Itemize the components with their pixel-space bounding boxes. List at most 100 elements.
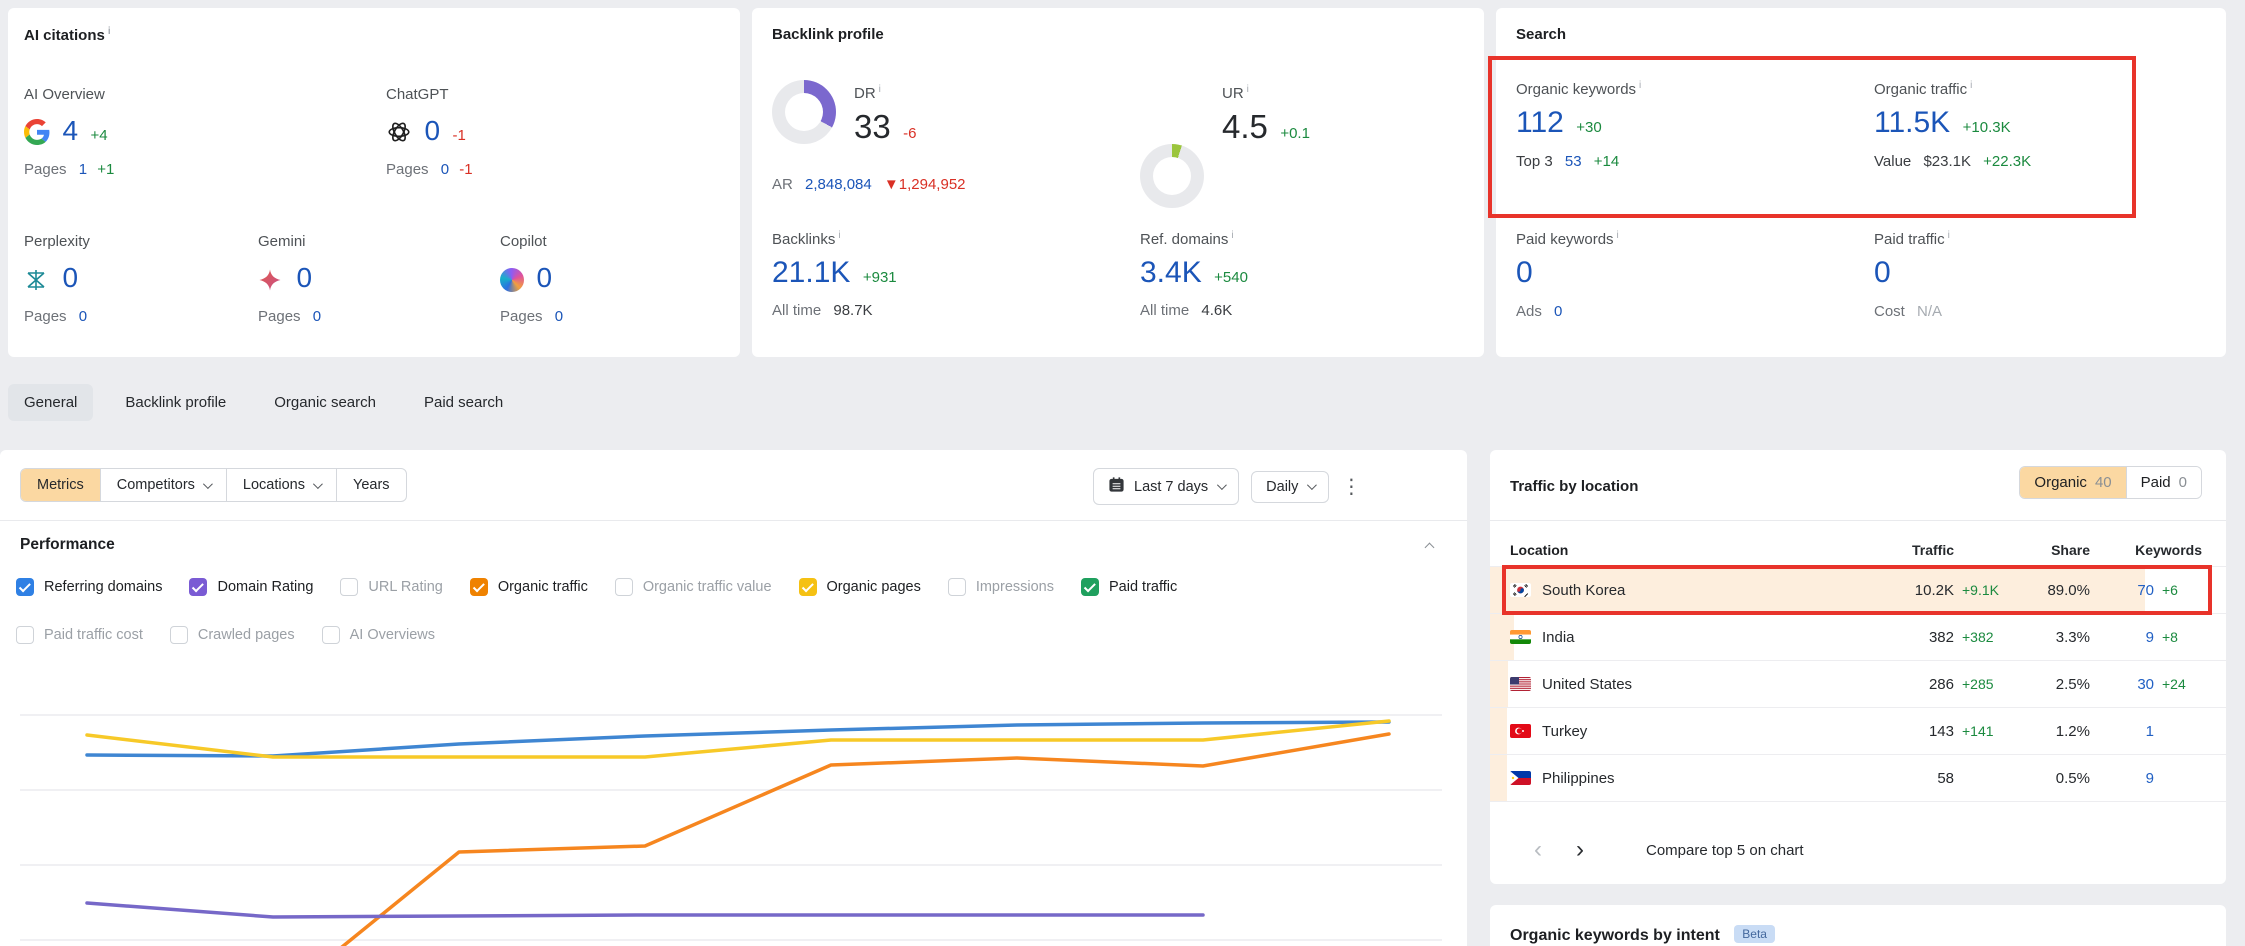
prev-page-chevron-icon[interactable]: ‹ <box>1534 838 1542 862</box>
metrics-button[interactable]: Metrics <box>21 469 100 501</box>
checkbox <box>1081 578 1099 596</box>
metric-toggle-paid-traffic[interactable]: Paid traffic <box>1081 578 1177 596</box>
keywords-link[interactable]: 70 <box>2090 582 2154 599</box>
metric-toggle-impressions[interactable]: Impressions <box>948 578 1054 596</box>
google-icon <box>24 119 50 145</box>
ur-delta: +0.1 <box>1280 125 1310 142</box>
more-options-kebab-icon[interactable]: ⋮ <box>1341 474 1361 499</box>
granularity-button[interactable]: Daily <box>1251 471 1329 503</box>
intent-panel-title: Organic keywords by intent <box>1510 927 1720 944</box>
delta: -1 <box>452 127 465 144</box>
location-row-india[interactable]: India 382 +382 3.3% 9 +8 <box>1490 613 2226 660</box>
info-icon[interactable]: i <box>1970 80 1972 91</box>
flag-philippines-icon <box>1510 771 1531 785</box>
search-card: Search Organic keywordsi 112 +30 Top 3 5… <box>1496 8 2226 357</box>
checkbox <box>170 626 188 644</box>
years-button[interactable]: Years <box>336 469 406 501</box>
collapse-chevron-icon[interactable] <box>1425 543 1435 553</box>
metric-toggle-crawled-pages[interactable]: Crawled pages <box>170 626 295 644</box>
tab-general[interactable]: General <box>8 384 93 421</box>
performance-card: Metrics Competitors Locations Years Last… <box>0 450 1467 946</box>
checkbox <box>340 578 358 596</box>
metric-toggle-paid-traffic-cost[interactable]: Paid traffic cost <box>16 626 143 644</box>
keywords-link[interactable]: 30 <box>2090 676 2154 693</box>
locations-button[interactable]: Locations <box>226 469 336 501</box>
dr-value: 33 <box>854 108 891 145</box>
date-range-button[interactable]: Last 7 days <box>1093 468 1239 505</box>
checkbox <box>615 578 633 596</box>
delta: +4 <box>90 127 107 144</box>
location-table-header: Location Traffic Share Keywords <box>1490 534 2226 566</box>
toolbar-divider <box>0 520 1467 521</box>
metric-toggles-row1: Referring domains Domain Rating URL Rati… <box>16 578 1177 596</box>
metric-toggle-organic-traffic-value[interactable]: Organic traffic value <box>615 578 772 596</box>
keywords-link[interactable]: 9 <box>2090 770 2154 787</box>
info-icon[interactable]: i <box>879 84 881 95</box>
tab-organic-search[interactable]: Organic search <box>258 384 392 421</box>
keywords-link[interactable]: 9 <box>2090 629 2154 646</box>
info-icon[interactable]: i <box>838 230 840 241</box>
ur-value: 4.5 <box>1222 108 1268 145</box>
info-icon[interactable]: i <box>1948 230 1950 241</box>
location-row-turkey[interactable]: Turkey 143 +141 1.2% 1 <box>1490 707 2226 754</box>
flag-india-icon <box>1510 630 1531 644</box>
dr-delta: -6 <box>903 125 916 142</box>
metric-toggle-referring-domains[interactable]: Referring domains <box>16 578 162 596</box>
tab-paid-search[interactable]: Paid search <box>408 384 519 421</box>
checkbox <box>16 578 34 596</box>
traffic-by-location-card: Traffic by location Organic40 Paid0 Loca… <box>1490 450 2226 884</box>
ur-donut-chart <box>1140 144 1204 208</box>
copilot-icon <box>500 268 524 292</box>
metric-toggles-row2: Paid traffic cost Crawled pages AI Overv… <box>16 626 435 644</box>
next-page-chevron-icon[interactable]: › <box>1576 838 1584 862</box>
info-icon[interactable]: i <box>108 26 111 37</box>
ai-engine-copilot: Copilot 0 Pages 0 <box>500 233 563 325</box>
report-tabbar: General Backlink profile Organic search … <box>8 384 519 421</box>
panel-divider <box>1490 520 2226 521</box>
paid-traffic-block: Paid traffici 0 Cost N/A <box>1874 230 1950 320</box>
keywords-link[interactable]: 1 <box>2090 723 2154 740</box>
beta-badge: Beta <box>1734 925 1775 943</box>
chevron-down-icon <box>313 479 323 489</box>
checkbox <box>948 578 966 596</box>
metric-toggle-url-rating[interactable]: URL Rating <box>340 578 442 596</box>
organic-keywords-by-intent-card: Organic keywords by intent Beta <box>1490 905 2226 946</box>
view-options-group: Metrics Competitors Locations Years <box>20 468 407 502</box>
info-icon[interactable]: i <box>1247 84 1249 95</box>
checkbox <box>189 578 207 596</box>
info-icon[interactable]: i <box>1617 230 1619 241</box>
ai-citations-card: AI citationsi AI Overview 4 +4 Pages 1 +… <box>8 8 740 357</box>
metric-toggle-ai-overviews[interactable]: AI Overviews <box>322 626 435 644</box>
tab-backlink-profile[interactable]: Backlink profile <box>109 384 242 421</box>
calendar-icon <box>1108 476 1125 497</box>
traffic-type-toggle: Organic40 Paid0 <box>2019 466 2202 499</box>
chevron-down-icon <box>1217 480 1227 490</box>
organic-toggle-button[interactable]: Organic40 <box>2020 467 2125 498</box>
gemini-icon <box>258 268 284 294</box>
seo-dashboard: { "ai_citations": { "title": "AI citatio… <box>0 0 2245 946</box>
location-pagination: ‹ › Compare top 5 on chart <box>1510 838 1804 862</box>
chatgpt-icon <box>386 119 412 145</box>
paid-keywords-block: Paid keywordsi 0 Ads 0 <box>1516 230 1619 320</box>
backlink-profile-card: Backlink profile DRi 33 -6 AR 2,848,084 … <box>752 8 1484 357</box>
compare-top5-link[interactable]: Compare top 5 on chart <box>1646 842 1804 859</box>
metric-toggle-domain-rating[interactable]: Domain Rating <box>189 578 313 596</box>
metric-toggle-organic-pages[interactable]: Organic pages <box>799 578 921 596</box>
metric-toggle-organic-traffic[interactable]: Organic traffic <box>470 578 588 596</box>
ai-engine-gemini: Gemini 0 Pages 0 <box>258 233 321 325</box>
perplexity-icon <box>24 268 50 294</box>
competitors-button[interactable]: Competitors <box>100 469 226 501</box>
location-row-philippines[interactable]: Philippines 58 0.5% 9 <box>1490 754 2226 801</box>
checkbox <box>470 578 488 596</box>
location-row-south-korea[interactable]: South Korea 10.2K +9.1K 89.0% 70 +6 <box>1490 566 2226 613</box>
location-row-united-states[interactable]: United States 286 +285 2.5% 30 +24 <box>1490 660 2226 707</box>
traffic-by-location-title: Traffic by location <box>1510 478 1638 495</box>
info-icon[interactable]: i <box>1639 80 1641 91</box>
checkbox <box>322 626 340 644</box>
performance-line-chart <box>20 660 1450 946</box>
ai-citations-title: AI citationsi <box>24 26 111 44</box>
paid-toggle-button[interactable]: Paid0 <box>2126 467 2201 498</box>
organic-traffic-block: Organic traffici 11.5K +10.3K Value $23.… <box>1874 80 2031 170</box>
backlink-profile-title: Backlink profile <box>772 26 884 43</box>
info-icon[interactable]: i <box>1231 230 1233 241</box>
